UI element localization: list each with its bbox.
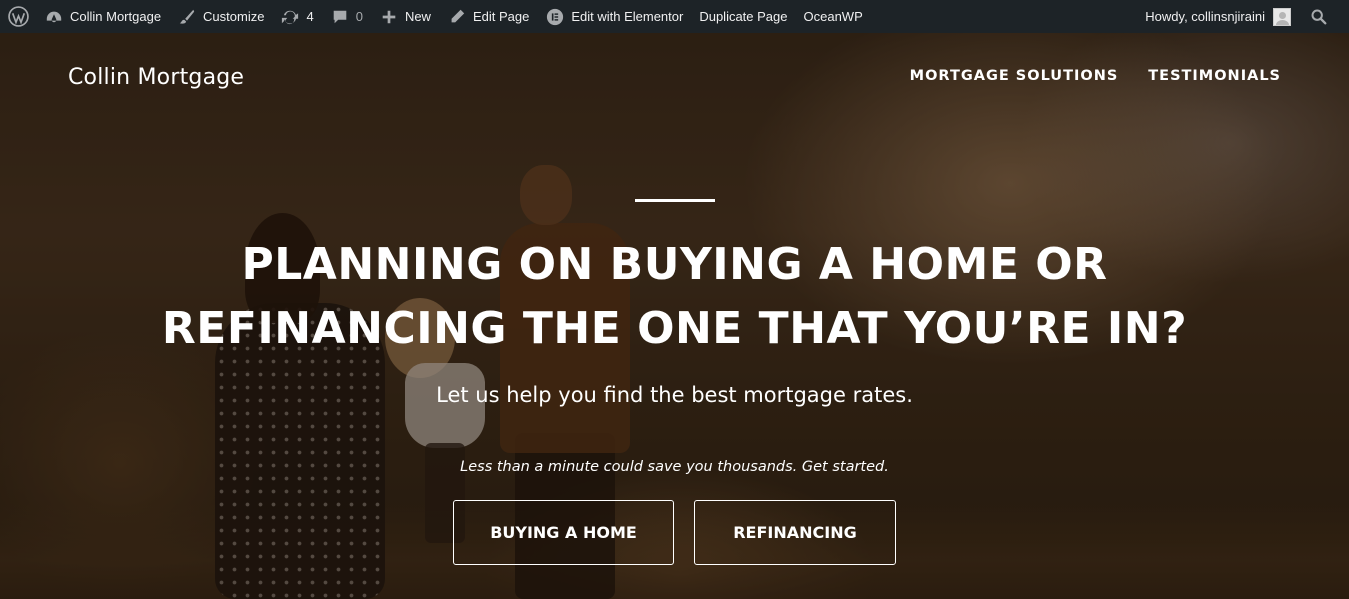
customize-link[interactable]: Customize bbox=[169, 0, 272, 33]
edit-with-elementor-label: Edit with Elementor bbox=[571, 9, 684, 24]
hero-tagline: Less than a minute could save you thousa… bbox=[460, 459, 889, 475]
hero-headline: PLANNING ON BUYING A HOME OR REFINANCING… bbox=[60, 233, 1289, 361]
nav-item-mortgage-solutions[interactable]: MORTGAGE SOLUTIONS bbox=[910, 68, 1119, 84]
new-content-menu[interactable]: New bbox=[371, 0, 439, 33]
wordpress-logo-icon bbox=[7, 6, 29, 28]
oceanwp-label: OceanWP bbox=[803, 9, 863, 24]
cta-buttons: BUYING A HOME REFINANCING bbox=[453, 500, 896, 565]
comments-link[interactable]: 0 bbox=[322, 0, 371, 33]
site-title[interactable]: Collin Mortgage bbox=[68, 65, 244, 90]
hero-divider bbox=[635, 199, 715, 202]
site-name-label: Collin Mortgage bbox=[70, 9, 162, 24]
dashboard-gauge-icon bbox=[44, 7, 64, 27]
oceanwp-menu[interactable]: OceanWP bbox=[796, 0, 871, 33]
admin-bar-right: Howdy, collinsnjiraini bbox=[1137, 0, 1349, 33]
update-arrows-icon bbox=[280, 7, 300, 27]
admin-bar-left: Collin Mortgage Customize 4 0 New Edit P… bbox=[0, 0, 871, 33]
paintbrush-icon bbox=[177, 7, 197, 27]
search-icon bbox=[1309, 7, 1329, 27]
buying-a-home-button[interactable]: BUYING A HOME bbox=[453, 500, 674, 565]
updates-link[interactable]: 4 bbox=[272, 0, 321, 33]
my-account-menu[interactable]: Howdy, collinsnjiraini bbox=[1137, 0, 1299, 33]
comment-bubble-icon bbox=[330, 7, 350, 27]
duplicate-page-label: Duplicate Page bbox=[699, 9, 788, 24]
wordpress-menu[interactable] bbox=[0, 0, 36, 33]
updates-count: 4 bbox=[306, 9, 314, 24]
howdy-greeting: Howdy, collinsnjiraini bbox=[1145, 9, 1265, 24]
hero-subheadline: Let us help you find the best mortgage r… bbox=[436, 383, 913, 407]
pencil-icon bbox=[447, 7, 467, 27]
admin-bar-search[interactable] bbox=[1299, 0, 1349, 33]
plus-icon bbox=[379, 7, 399, 27]
hero-section: Collin Mortgage MORTGAGE SOLUTIONS TESTI… bbox=[0, 33, 1349, 599]
comments-count: 0 bbox=[355, 9, 363, 24]
elementor-icon bbox=[545, 7, 565, 27]
wp-admin-bar: Collin Mortgage Customize 4 0 New Edit P… bbox=[0, 0, 1349, 33]
refinancing-button[interactable]: REFINANCING bbox=[694, 500, 896, 565]
nav-item-testimonials[interactable]: TESTIMONIALS bbox=[1148, 68, 1281, 84]
edit-page-link[interactable]: Edit Page bbox=[439, 0, 537, 33]
hero-headline-line-2: REFINANCING THE ONE THAT YOU’RE IN? bbox=[161, 303, 1188, 354]
new-label: New bbox=[404, 9, 431, 24]
customize-label: Customize bbox=[203, 9, 265, 24]
edit-with-elementor-link[interactable]: Edit with Elementor bbox=[537, 0, 691, 33]
duplicate-page-link[interactable]: Duplicate Page bbox=[691, 0, 795, 33]
hero-headline-line-1: PLANNING ON BUYING A HOME OR bbox=[241, 239, 1108, 290]
main-navigation: MORTGAGE SOLUTIONS TESTIMONIALS bbox=[910, 68, 1281, 84]
edit-page-label: Edit Page bbox=[472, 9, 530, 24]
site-name-menu[interactable]: Collin Mortgage bbox=[36, 0, 169, 33]
avatar bbox=[1273, 7, 1291, 26]
